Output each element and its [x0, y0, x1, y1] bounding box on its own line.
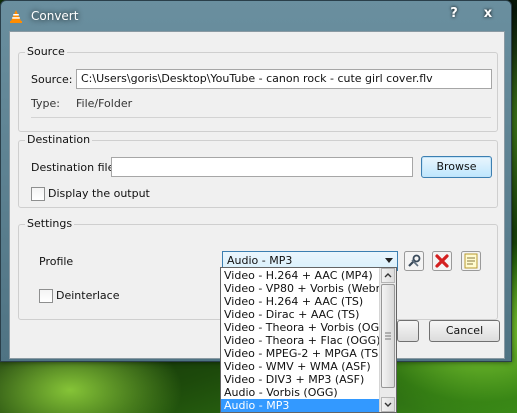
window-title: Convert — [31, 9, 79, 23]
scroll-down-button[interactable] — [381, 397, 395, 412]
title-bar[interactable]: Convert ? x — [1, 1, 511, 31]
chevron-up-icon — [384, 273, 392, 278]
help-button[interactable]: ? — [443, 5, 465, 23]
wrench-icon[interactable] — [404, 251, 424, 271]
type-label: Type: — [31, 97, 60, 110]
profile-option[interactable]: Video - H.264 + AAC (MP4) — [221, 269, 379, 282]
profile-option-selected[interactable]: Audio - MP3 — [221, 399, 379, 412]
profile-option[interactable]: Video - Theora + Flac (OGG) — [221, 334, 380, 347]
grip-icon — [385, 332, 391, 340]
deinterlace-checkbox[interactable] — [39, 289, 53, 303]
display-output-label: Display the output — [48, 187, 150, 200]
profile-option[interactable]: Video - WMV + WMA (ASF) — [221, 360, 379, 373]
type-value: File/Folder — [76, 97, 133, 110]
cancel-button[interactable]: Cancel — [429, 320, 500, 342]
profile-options: Video - H.264 + AAC (MP4) Video - VP80 +… — [221, 269, 392, 412]
source-path-field[interactable]: C:\Users\goris\Desktop\YouTube - canon r… — [76, 69, 492, 89]
profile-dropdown-list[interactable]: Video - H.264 + AAC (MP4) Video - VP80 +… — [220, 267, 397, 413]
profile-option[interactable]: Video - MPEG-2 + MPGA (TS) — [221, 347, 383, 360]
source-group-title: Source — [25, 45, 67, 58]
profile-option[interactable]: Video - VP80 + Vorbis (Webm) — [221, 282, 391, 295]
profile-option[interactable]: Video - Theora + Vorbis (OGG) — [221, 321, 392, 334]
source-separator — [31, 117, 491, 118]
profile-option[interactable]: Video - Dirac + AAC (TS) — [221, 308, 379, 321]
chevron-down-icon — [384, 402, 392, 407]
start-button[interactable] — [397, 320, 419, 342]
new-profile-icon[interactable] — [461, 251, 481, 271]
profile-selected-value: Audio - MP3 — [227, 254, 293, 267]
source-group: Source Source: C:\Users\goris\Desktop\Yo… — [18, 45, 498, 132]
profile-option[interactable]: Audio - Vorbis (OGG) — [221, 386, 379, 399]
source-label: Source: — [31, 73, 73, 86]
vlc-cone-icon — [10, 10, 22, 23]
destination-file-field[interactable] — [111, 157, 413, 177]
browse-button[interactable]: Browse — [421, 156, 492, 178]
scrollbar-thumb[interactable] — [381, 284, 395, 388]
dropdown-scrollbar[interactable] — [379, 268, 396, 412]
destination-group: Destination Destination file: Browse Dis… — [18, 133, 498, 208]
settings-group-title: Settings — [25, 217, 75, 230]
profile-option[interactable]: Video - DIV3 + MP3 (ASF) — [221, 373, 379, 386]
display-output-checkbox[interactable] — [31, 187, 45, 201]
deinterlace-label: Deinterlace — [56, 289, 120, 302]
destination-group-title: Destination — [25, 133, 93, 146]
chevron-down-icon — [385, 258, 393, 263]
close-button[interactable]: x — [477, 5, 499, 23]
profile-option[interactable]: Video - H.264 + AAC (TS) — [221, 295, 379, 308]
destination-file-label: Destination file: — [31, 161, 119, 174]
scroll-up-button[interactable] — [381, 268, 395, 283]
profile-label: Profile — [39, 255, 74, 268]
delete-icon[interactable] — [432, 251, 452, 271]
